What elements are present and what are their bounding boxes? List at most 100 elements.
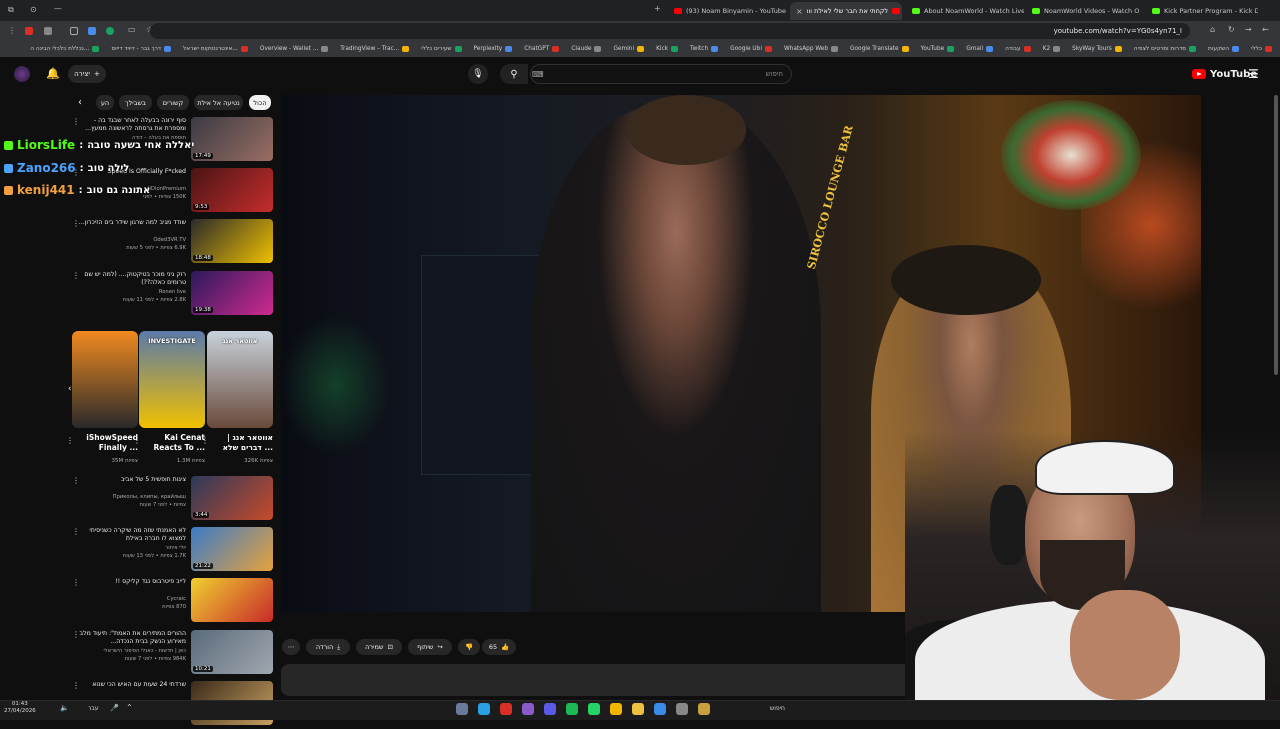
short-title[interactable]: iShowSpeed Finally ... — [72, 433, 138, 453]
recommended-video[interactable]: 19:38 רוק גיני מוכר בטיקטוק.... (למה יש ש… — [72, 271, 273, 319]
chip-related[interactable]: קשורים — [157, 95, 189, 110]
taskbar-app-icon[interactable] — [566, 703, 578, 715]
tab-kick-videos[interactable]: NoamWorld Videos - Watch O — [1026, 2, 1144, 20]
recommended-video[interactable]: 3:44 ציגות חופשית 5 של אביב Приколы, клипы… — [72, 476, 273, 524]
tray-chevron-icon[interactable]: ⌃ — [126, 703, 133, 712]
more-vertical-icon[interactable]: ⋮ — [72, 630, 80, 639]
more-vertical-icon[interactable]: ⋮ — [72, 117, 80, 126]
chip-topic[interactable]: נטיעה אל אילת — [194, 95, 243, 110]
bookmark-item[interactable]: Overview - Wallet ... — [260, 46, 329, 52]
video-title[interactable]: לייב פיטרבוס נגד קליקס !! — [76, 578, 186, 586]
video-title[interactable]: שודד מגיב למה שרגון שידר בים הזיכרון... — [76, 219, 186, 227]
short-thumbnail[interactable]: אווטאר אנג — [207, 331, 273, 428]
channel-name[interactable]: Cycraic — [76, 596, 186, 602]
avatar[interactable] — [14, 66, 30, 82]
video-thumbnail[interactable]: 17:49 — [191, 117, 273, 161]
channel-name[interactable]: כאן | חדשות - כאנלי הסיפור הישראלי — [76, 648, 186, 654]
extension-icon[interactable] — [25, 27, 33, 35]
video-title[interactable]: לא האמנתי שזה מה שיקרה כשניסיתי למצוא לו… — [76, 527, 186, 543]
save-button[interactable]: שמירה ⊡ — [356, 639, 402, 655]
video-thumbnail[interactable]: 18:48 — [191, 219, 273, 263]
share-button[interactable]: שיתוף ↪ — [408, 639, 452, 655]
bookmark-item[interactable]: סדרות וסרטים לצפיה — [1134, 46, 1197, 52]
video-title[interactable]: סוף ירונה בבעלה לאחר שבגד בה - ומספרת את… — [76, 117, 186, 133]
more-vertical-icon[interactable]: ⋮ — [72, 219, 80, 228]
bookmark-item[interactable]: WhatsApp Web — [784, 46, 839, 52]
video-thumbnail[interactable]: 10:21 — [191, 630, 273, 674]
more-vertical-icon[interactable]: ⋮ — [72, 681, 80, 690]
close-icon[interactable]: × — [796, 7, 803, 16]
video-title[interactable]: ציגות חופשית 5 של אביב — [76, 476, 186, 484]
extension-icon[interactable] — [88, 27, 96, 35]
taskbar-app-icon[interactable] — [478, 703, 490, 715]
tab-current-video[interactable]: × לקחתי את חבר שלי לאילת ווו — [790, 2, 902, 20]
bookmark-item[interactable]: Twitch — [690, 46, 719, 52]
taskbar-app-icon[interactable] — [522, 703, 534, 715]
bookmark-item[interactable]: K2 — [1043, 46, 1061, 52]
youtube-logo[interactable]: YouTube — [1192, 66, 1257, 82]
bookmark-item[interactable]: Gmail — [966, 46, 994, 52]
bookmark-item[interactable]: Kick — [656, 46, 679, 52]
scrollbar[interactable] — [1274, 95, 1278, 375]
short-thumbnail[interactable]: INVESTIGATE — [139, 331, 205, 428]
short-title[interactable]: אווטאר אנג | דברים שלא ... — [207, 433, 273, 453]
more-vertical-icon[interactable]: ⋮ — [72, 527, 80, 536]
address-bar[interactable]: youtube.com/watch?v=YG0s4yn71_I — [150, 23, 1190, 39]
bookmark-item[interactable]: כללי — [1251, 46, 1272, 52]
short-thumbnail[interactable] — [72, 331, 138, 428]
taskbar-app-icon[interactable] — [544, 703, 556, 715]
tab-kick-partner[interactable]: Kick Partner Program - Kick Da — [1146, 2, 1258, 20]
bookmark-item[interactable]: אינטרנטוקוס ישראל... — [183, 46, 248, 52]
forward-icon[interactable]: → — [1245, 25, 1252, 34]
tab-kick-about[interactable]: About NoamWorld - Watch Live — [906, 2, 1024, 20]
download-button[interactable]: הורדה ⤓ — [306, 639, 350, 655]
clock[interactable]: 01:43 27/04/2026 — [4, 701, 36, 715]
extension-icon[interactable] — [44, 27, 52, 35]
bookmark-item[interactable]: נכללת כלכלי הבינה ה... — [30, 46, 100, 52]
language-indicator[interactable]: עבר — [88, 705, 99, 712]
video-title[interactable]: שרדתי 24 שעות עם האיש הכי שנוא — [76, 681, 186, 689]
extension-icon[interactable] — [70, 27, 78, 35]
more-vertical-icon[interactable]: ⋮ — [66, 436, 74, 445]
dislike-button[interactable]: 👎 — [458, 639, 480, 655]
taskbar-search[interactable]: חיפוש — [770, 705, 785, 712]
bookmark-item[interactable]: SkyWay Tours — [1072, 46, 1122, 52]
bookmark-item[interactable]: Gemini — [613, 46, 645, 52]
taskbar-app-icon[interactable] — [698, 703, 710, 715]
video-title[interactable]: רוק גיני מוכר בטיקטוק.... (למה יש שם טרו… — [76, 271, 186, 287]
recommended-video[interactable]: 18:48 שודד מגיב למה שרגון שידר בים הזיכרו… — [72, 219, 273, 267]
home-icon[interactable]: ⌂ — [1210, 25, 1215, 34]
taskbar-app-icon[interactable] — [610, 703, 622, 715]
taskbar-app-icon[interactable] — [676, 703, 688, 715]
video-thumbnail[interactable]: 21:22 — [191, 527, 273, 571]
bookmark-item[interactable]: YouTube — [921, 46, 955, 52]
taskbar-app-icon[interactable] — [456, 703, 468, 715]
volume-icon[interactable]: 🔈 — [60, 704, 69, 712]
channel-name[interactable]: Oded3VR TV — [76, 237, 186, 243]
tab-youtube-channel[interactable]: (93) Noam Binyamin - YouTube — [668, 2, 788, 20]
taskbar-app-icon[interactable] — [500, 703, 512, 715]
bookmark-item[interactable]: שעירים כללי — [421, 46, 462, 52]
minimize-icon[interactable]: — — [54, 4, 62, 13]
bookmark-item[interactable]: דרך גבר - דיויד דייוס — [111, 46, 172, 52]
recommended-video[interactable]: 10:21 ההורים המתירים את האמת": תיעוד מלב … — [72, 630, 273, 678]
search-button[interactable]: ⚲ — [500, 64, 528, 84]
video-thumbnail[interactable] — [191, 578, 273, 622]
bookmark-item[interactable]: Perplexity — [474, 46, 513, 52]
more-actions-button[interactable]: ⋯ — [282, 639, 300, 655]
channel-name[interactable]: Приколы, клипы, крайлыш — [76, 494, 186, 500]
chip-for-you[interactable]: בשבילך — [119, 95, 152, 110]
bookmark-item[interactable]: ChatGPT — [524, 46, 560, 52]
video-title[interactable]: ההורים המתירים את האמת": תיעוד מלב מאירו… — [76, 630, 186, 646]
chip-all[interactable]: הכול — [249, 95, 271, 110]
channel-name[interactable]: יולי איחור — [76, 545, 186, 551]
more-vertical-icon[interactable]: ⋮ — [72, 578, 80, 587]
keyboard-icon[interactable]: ⌨ — [532, 70, 544, 79]
bookmark-item[interactable]: Google Translate — [850, 46, 909, 52]
search-input[interactable]: חיפוש — [530, 64, 792, 84]
like-button[interactable]: 65 👍 — [482, 639, 516, 655]
extension-icon[interactable]: ⋮ — [8, 26, 16, 35]
recommended-video[interactable]: לייב פיטרבוס נגד קליקס !! Cycraic 870 צפיו… — [72, 578, 273, 626]
mic-tray-icon[interactable]: 🎤 — [110, 704, 119, 712]
extension-icon[interactable] — [106, 27, 114, 35]
